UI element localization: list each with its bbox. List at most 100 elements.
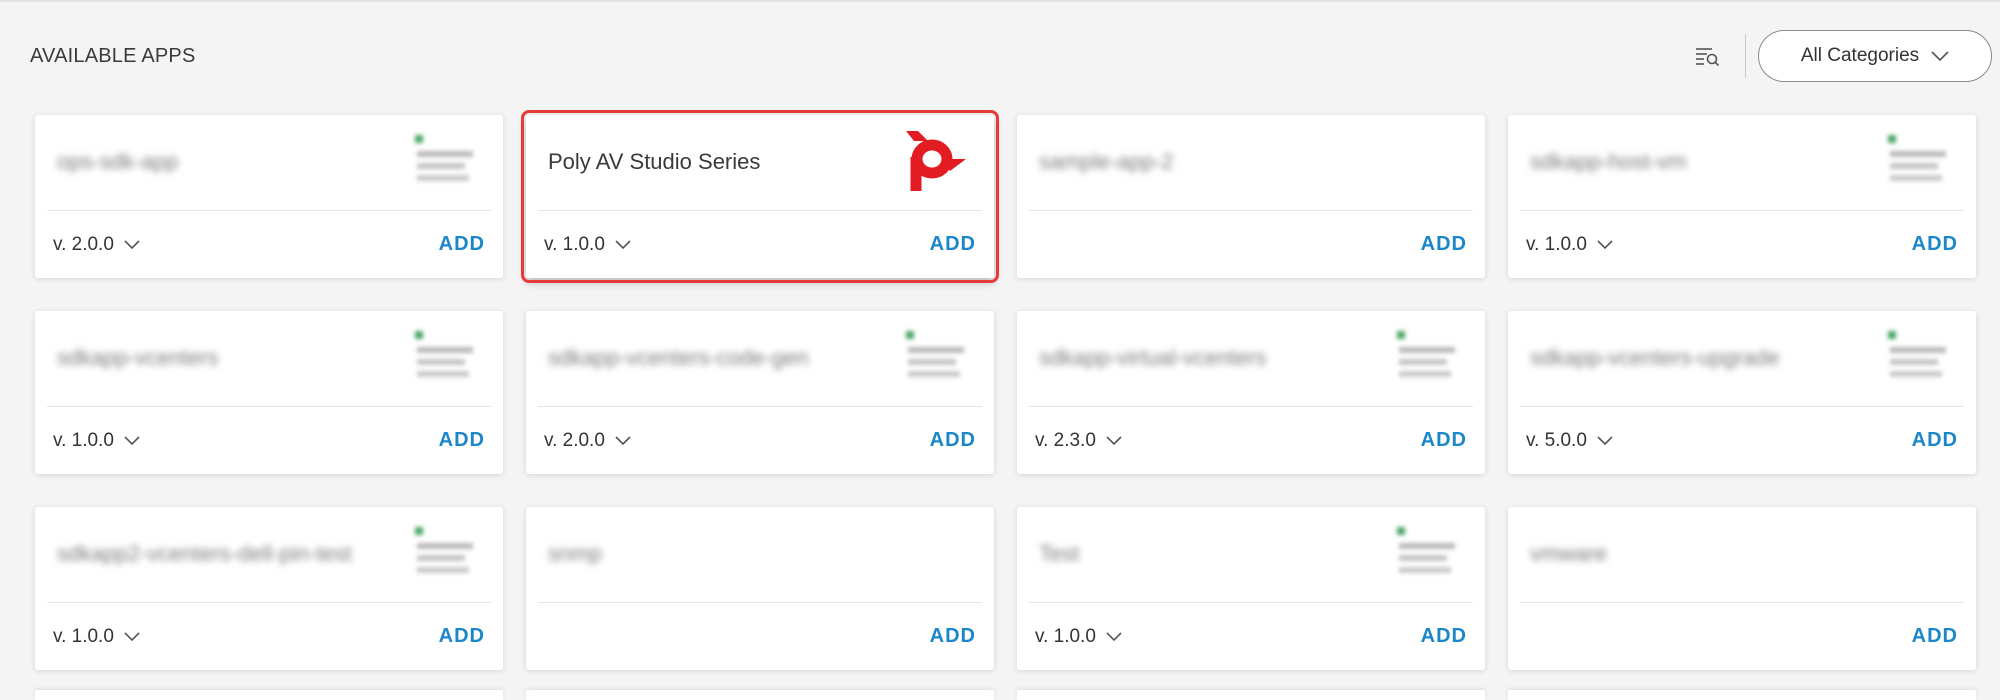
add-button[interactable]: ADD (1904, 619, 1958, 654)
chevron-down-icon (1597, 435, 1613, 445)
chevron-down-icon (124, 435, 140, 445)
app-card[interactable]: vmware ADD (1508, 507, 1976, 670)
version-label: v. 1.0.0 (544, 233, 605, 255)
card-header: ops-sdk-app (35, 115, 503, 210)
app-logo (1395, 521, 1459, 591)
app-name: Test (1039, 541, 1080, 566)
app-card[interactable]: sdkapp2-vcenters-dell-pin-test v. 1.0.0 AD… (35, 507, 503, 670)
app-grid: ops-sdk-app v. 2.0.0 ADD Poly AV Studio Ser… (35, 110, 1976, 670)
top-divider (0, 0, 2000, 2)
app-card[interactable]: ops-sdk-app v. 2.0.0 ADD (35, 115, 503, 278)
card-header: sdkapp-vcenters (35, 311, 503, 406)
version-selector[interactable]: v. 1.0.0 (53, 626, 140, 648)
app-logo (413, 129, 477, 199)
add-button[interactable]: ADD (1904, 227, 1958, 262)
version-selector[interactable]: v. 2.0.0 (544, 430, 631, 452)
app-name: sdkapp-vcenters-code-gen (548, 345, 809, 370)
version-selector[interactable]: v. 5.0.0 (1526, 430, 1613, 452)
app-logo (1886, 325, 1950, 395)
card-header: sdkapp-virtual-vcenters (1017, 311, 1485, 406)
app-card[interactable]: sdkapp-vcenters-code-gen v. 2.0.0 ADD (526, 311, 994, 474)
app-logo (904, 325, 968, 395)
app-logo (413, 521, 477, 591)
app-name: sdkapp-virtual-vcenters (1039, 345, 1267, 370)
add-button[interactable]: ADD (1413, 227, 1467, 262)
add-button[interactable]: ADD (922, 227, 976, 262)
app-card[interactable]: sdkapp-host-vm v. 1.0.0 ADD (1508, 115, 1976, 278)
card-header: sdkapp-vcenters-code-gen (526, 311, 994, 406)
version-selector[interactable]: v. 2.3.0 (1035, 430, 1122, 452)
card-header: vmware (1508, 507, 1976, 602)
card-footer: v. 2.0.0 ADD (526, 407, 994, 474)
app-name: sample-app-2 (1039, 149, 1174, 174)
add-button[interactable]: ADD (1413, 423, 1467, 458)
card-header: snmp (526, 507, 994, 602)
app-card-peek (35, 690, 503, 700)
app-card[interactable]: Poly AV Studio Series v. 1.0.0 ADD (521, 110, 999, 283)
chevron-down-icon (124, 239, 140, 249)
card-header: Test (1017, 507, 1485, 602)
app-card[interactable]: sdkapp-vcenters-upgrade v. 5.0.0 ADD (1508, 311, 1976, 474)
version-selector[interactable]: v. 1.0.0 (1526, 234, 1613, 256)
add-button[interactable]: ADD (431, 423, 485, 458)
app-name: snmp (548, 541, 602, 566)
card-footer: v. 5.0.0 ADD (1508, 407, 1976, 474)
chevron-down-icon (1106, 435, 1122, 445)
card-footer: v. 1.0.0 ADD (1017, 603, 1485, 670)
next-row-peek (35, 690, 1976, 700)
app-name: sdkapp-vcenters (57, 345, 219, 370)
app-logo (1395, 325, 1459, 395)
category-dropdown[interactable]: All Categories (1758, 30, 1992, 82)
card-footer: ADD (526, 603, 994, 670)
app-card[interactable]: Test v. 1.0.0 ADD (1017, 507, 1485, 670)
app-name: sdkapp-vcenters-upgrade (1530, 345, 1780, 370)
app-card-peek (1017, 690, 1485, 700)
chevron-down-icon (1931, 50, 1949, 61)
add-button[interactable]: ADD (1413, 619, 1467, 654)
version-selector[interactable]: v. 1.0.0 (544, 234, 631, 256)
card-footer: ADD (1508, 603, 1976, 670)
card-header: sdkapp-vcenters-upgrade (1508, 311, 1976, 406)
version-selector[interactable]: v. 2.0.0 (53, 234, 140, 256)
version-label: v. 2.0.0 (53, 233, 114, 255)
chevron-down-icon (1597, 239, 1613, 249)
card-header: Poly AV Studio Series (526, 115, 994, 210)
card-header: sample-app-2 (1017, 115, 1485, 210)
chevron-down-icon (124, 631, 140, 641)
add-button[interactable]: ADD (431, 227, 485, 262)
card-footer: v. 1.0.0 ADD (526, 211, 994, 278)
add-button[interactable]: ADD (431, 619, 485, 654)
card-header: sdkapp-host-vm (1508, 115, 1976, 210)
version-label: v. 1.0.0 (53, 625, 114, 647)
app-name: Poly AV Studio Series (548, 149, 761, 174)
filter-search-icon[interactable] (1687, 36, 1727, 76)
card-footer: v. 2.3.0 ADD (1017, 407, 1485, 474)
version-label: v. 1.0.0 (53, 429, 114, 451)
header-tools: All Categories (1687, 24, 1992, 88)
chevron-down-icon (615, 239, 631, 249)
app-card[interactable]: sdkapp-vcenters v. 1.0.0 ADD (35, 311, 503, 474)
app-name: sdkapp-host-vm (1530, 149, 1687, 174)
header-divider (1745, 34, 1746, 78)
app-name: ops-sdk-app (57, 149, 179, 174)
version-label: v. 2.3.0 (1035, 429, 1096, 451)
app-card[interactable]: sample-app-2 ADD (1017, 115, 1485, 278)
poly-logo-icon (904, 129, 968, 199)
add-button[interactable]: ADD (922, 423, 976, 458)
app-card[interactable]: sdkapp-virtual-vcenters v. 2.3.0 ADD (1017, 311, 1485, 474)
version-label: v. 5.0.0 (1526, 429, 1587, 451)
version-selector[interactable]: v. 1.0.0 (1035, 626, 1122, 648)
version-selector[interactable]: v. 1.0.0 (53, 430, 140, 452)
app-logo (1886, 129, 1950, 199)
chevron-down-icon (1106, 631, 1122, 641)
app-card-peek (526, 690, 994, 700)
card-footer: v. 1.0.0 ADD (35, 407, 503, 474)
card-footer: ADD (1017, 211, 1485, 278)
apps-header: AVAILABLE APPS All Categories (30, 24, 1992, 88)
version-label: v. 1.0.0 (1035, 625, 1096, 647)
add-button[interactable]: ADD (1904, 423, 1958, 458)
app-card[interactable]: snmp ADD (526, 507, 994, 670)
card-footer: v. 1.0.0 ADD (35, 603, 503, 670)
app-name: vmware (1530, 541, 1608, 566)
add-button[interactable]: ADD (922, 619, 976, 654)
